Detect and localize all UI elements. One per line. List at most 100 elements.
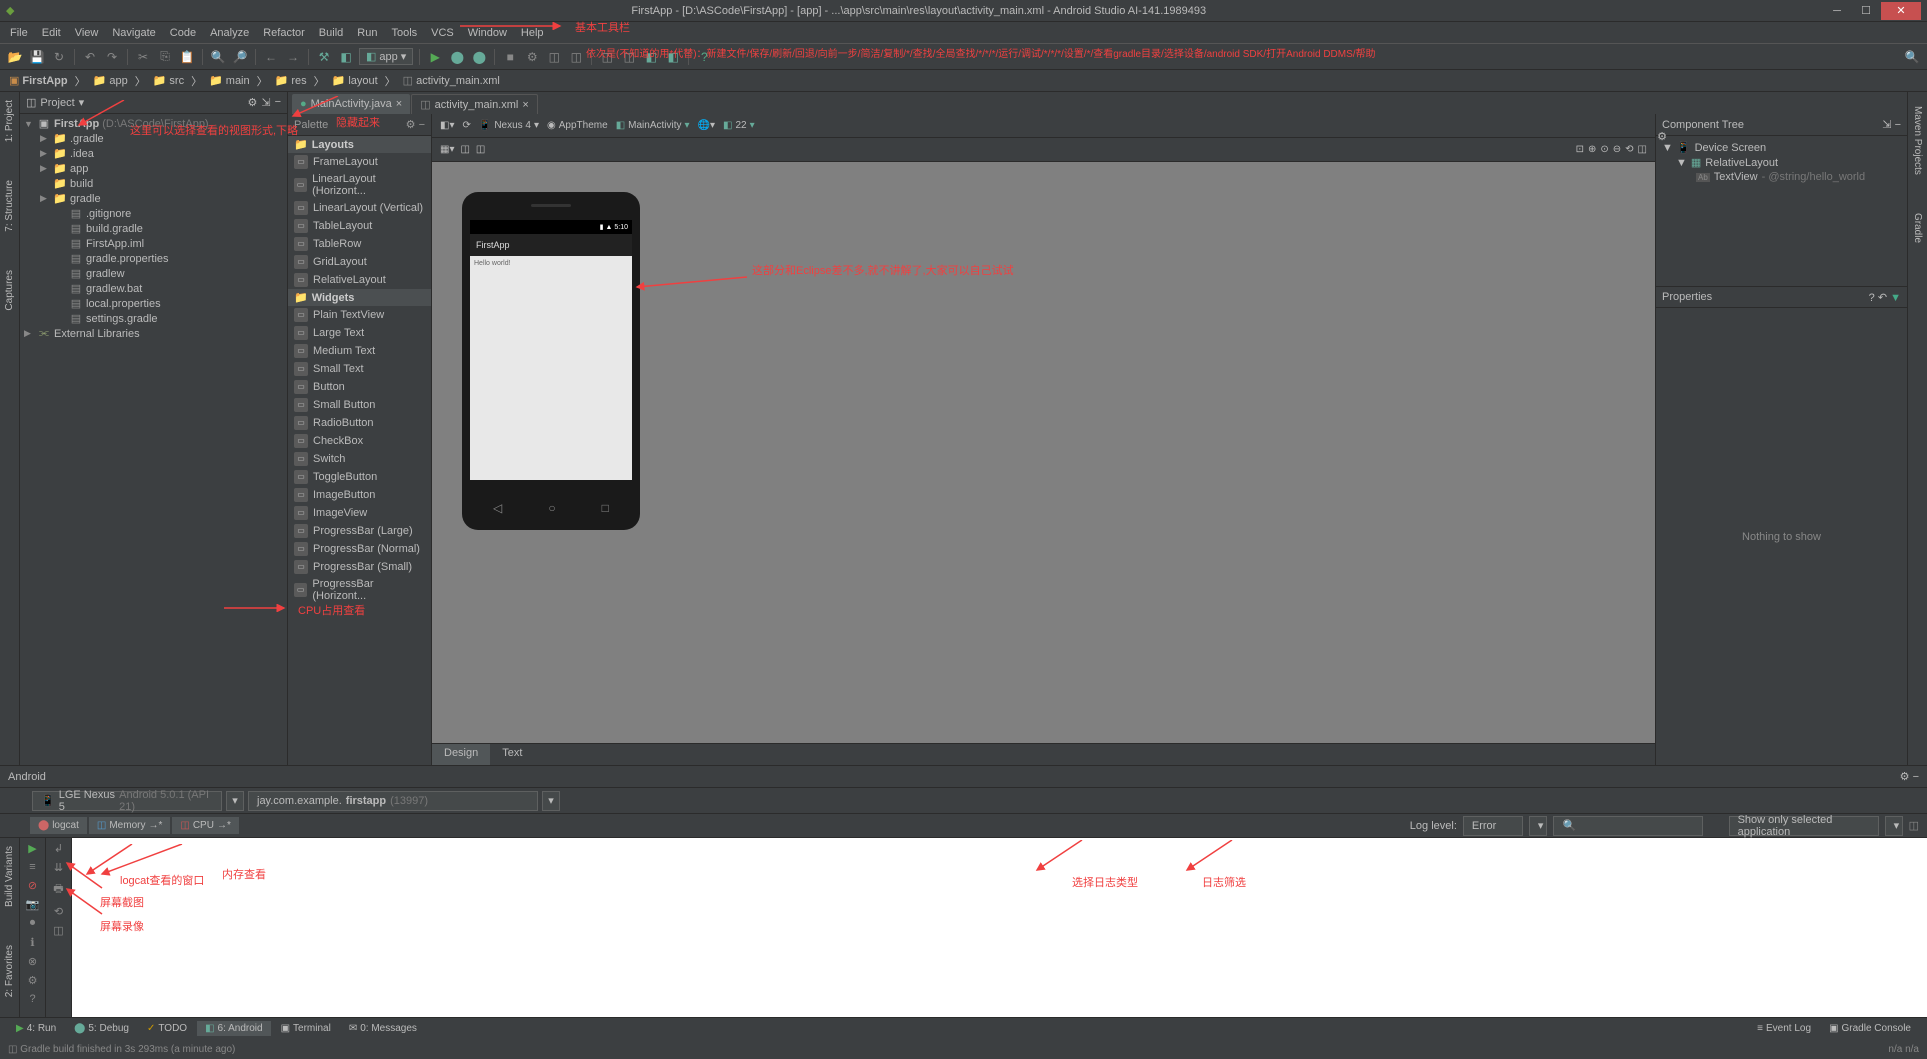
- avd-icon[interactable]: ◫: [620, 48, 638, 66]
- project-view-label[interactable]: Project: [40, 97, 74, 109]
- tab-logcat[interactable]: ⬤logcat: [30, 817, 87, 834]
- crumb-app[interactable]: 📁app: [90, 74, 131, 87]
- palette-item[interactable]: ▭ToggleButton: [288, 468, 431, 486]
- log-level-selector[interactable]: Error: [1463, 816, 1523, 836]
- tool-icon[interactable]: ◫: [567, 48, 585, 66]
- android-config-icon[interactable]: ◧: [337, 48, 355, 66]
- tree-item[interactable]: ▤gradle.properties: [20, 251, 287, 266]
- sidetab-structure[interactable]: 7: Structure: [3, 176, 16, 236]
- tree-item[interactable]: ▶📁.idea: [20, 146, 287, 161]
- tree-item[interactable]: ▤build.gradle: [20, 221, 287, 236]
- zoom-out-icon[interactable]: ⊖: [1613, 144, 1621, 155]
- panel-gear-icon[interactable]: ⚙: [1657, 130, 1667, 143]
- palette-item[interactable]: ▭ImageView: [288, 504, 431, 522]
- panel-gear-icon[interactable]: ⚙: [1900, 771, 1910, 783]
- menu-analyze[interactable]: Analyze: [204, 25, 255, 41]
- mode-icon[interactable]: ◫: [460, 144, 469, 155]
- make-icon[interactable]: ⚒: [315, 48, 333, 66]
- palette-item[interactable]: ▭Small Button: [288, 396, 431, 414]
- logcat-output[interactable]: 内存查看 logcat查看的窗口 屏幕截图 屏幕录像 选择日志类型 日志筛选: [72, 838, 1927, 1017]
- activity-selector[interactable]: ◧ MainActivity▾: [616, 120, 690, 131]
- zoom-fit-icon[interactable]: ⊡: [1576, 144, 1584, 155]
- tab-run[interactable]: ▶4: Run: [8, 1021, 64, 1036]
- palette-item[interactable]: ▭Medium Text: [288, 342, 431, 360]
- filter-dropdown[interactable]: ▾: [1885, 816, 1903, 836]
- palette-item[interactable]: ▭FrameLayout: [288, 153, 431, 171]
- tool-icon[interactable]: ◫: [53, 924, 63, 937]
- sidetab-maven[interactable]: Maven Projects: [1911, 102, 1924, 179]
- debug-icon[interactable]: ⬤: [448, 48, 466, 66]
- run-icon[interactable]: ▶: [426, 48, 444, 66]
- tab-cpu[interactable]: ◫CPU →*: [172, 817, 238, 834]
- palette-item[interactable]: ▭Plain TextView: [288, 306, 431, 324]
- run-config-selector[interactable]: ◧app ▾: [359, 48, 413, 65]
- menu-code[interactable]: Code: [164, 25, 202, 41]
- menu-view[interactable]: View: [69, 25, 105, 41]
- palette-item[interactable]: ▭Small Text: [288, 360, 431, 378]
- forward-icon[interactable]: →: [284, 48, 302, 66]
- help-icon[interactable]: ?: [695, 48, 713, 66]
- close-tab-icon[interactable]: ×: [522, 99, 528, 111]
- maximize-button[interactable]: ☐: [1852, 2, 1880, 20]
- panel-icon[interactable]: ⇲: [1882, 119, 1891, 131]
- log-level-dropdown[interactable]: ▾: [1529, 816, 1547, 836]
- refresh-icon[interactable]: ⟲: [1625, 144, 1633, 155]
- menu-run[interactable]: Run: [351, 25, 383, 41]
- tree-item[interactable]: ▤gradlew.bat: [20, 281, 287, 296]
- palette-item[interactable]: ▭Button: [288, 378, 431, 396]
- tab-gradle-console[interactable]: ▣ Gradle Console: [1821, 1021, 1919, 1036]
- tab-terminal[interactable]: ▣Terminal: [273, 1021, 339, 1036]
- tab-debug[interactable]: ⬤5: Debug: [66, 1021, 137, 1036]
- crumb-file[interactable]: ◫activity_main.xml: [400, 74, 503, 87]
- menu-navigate[interactable]: Navigate: [106, 25, 161, 41]
- terminate-icon[interactable]: ⊗: [28, 955, 37, 968]
- info-icon[interactable]: ℹ: [30, 936, 34, 949]
- filter-selector[interactable]: Show only selected application: [1729, 816, 1879, 836]
- redo-icon[interactable]: ↷: [103, 48, 121, 66]
- process-selector[interactable]: jay.com.example.firstapp (13997): [248, 791, 538, 811]
- panel-hide-icon[interactable]: −: [1913, 771, 1919, 783]
- sidetab-build-variants[interactable]: Build Variants: [3, 842, 16, 911]
- sdk-icon[interactable]: ◧: [642, 48, 660, 66]
- tree-item[interactable]: 📁build: [20, 176, 287, 191]
- clear-icon[interactable]: ≡: [29, 861, 35, 873]
- sidetab-project[interactable]: 1: Project: [3, 96, 16, 146]
- menu-file[interactable]: File: [4, 25, 34, 41]
- sidetab-captures[interactable]: Captures: [3, 266, 16, 315]
- crumb-res[interactable]: 📁res: [272, 74, 310, 87]
- sidetab-favorites[interactable]: 2: Favorites: [3, 941, 16, 1001]
- api-selector[interactable]: ◧22▾: [723, 120, 755, 131]
- process-dropdown[interactable]: ▾: [542, 791, 560, 811]
- theme-selector[interactable]: ◉AppTheme: [547, 120, 608, 131]
- tool-icon[interactable]: ⚙: [523, 48, 541, 66]
- tree-item[interactable]: ▶📁app: [20, 161, 287, 176]
- cut-icon[interactable]: ✂: [134, 48, 152, 66]
- tab-messages[interactable]: ✉0: Messages: [341, 1021, 425, 1036]
- status-icon[interactable]: ◫: [8, 1044, 17, 1055]
- crumb-main[interactable]: 📁main: [206, 74, 253, 87]
- settings-icon[interactable]: ⚙: [28, 974, 38, 987]
- palette-hide-icon[interactable]: −: [419, 119, 425, 131]
- palette-item[interactable]: ▭ProgressBar (Large): [288, 522, 431, 540]
- screenshot-icon[interactable]: 📷: [26, 898, 40, 911]
- panel-gear-icon[interactable]: ⚙: [247, 96, 257, 109]
- palette-item[interactable]: ▭TableLayout: [288, 217, 431, 235]
- extra-icon[interactable]: ◫: [1909, 819, 1919, 832]
- undo-icon[interactable]: ↶: [81, 48, 99, 66]
- stop-icon[interactable]: ⊘: [28, 879, 37, 892]
- gradle-sync-icon[interactable]: ◫: [598, 48, 616, 66]
- tab-activity-main[interactable]: ◫activity_main.xml×: [411, 94, 538, 114]
- stop-icon[interactable]: ■: [501, 48, 519, 66]
- palette-item[interactable]: ▭ProgressBar (Horizont...: [288, 576, 431, 604]
- menu-vcs[interactable]: VCS: [425, 25, 460, 41]
- menu-tools[interactable]: Tools: [385, 25, 423, 41]
- layout-preview[interactable]: ▮▲5:10 FirstApp Hello world! ◁○□ 这部分和Ecl…: [432, 162, 1655, 743]
- sidetab-gradle[interactable]: Gradle: [1911, 209, 1924, 247]
- menu-build[interactable]: Build: [313, 25, 349, 41]
- palette-item[interactable]: ▭ProgressBar (Small): [288, 558, 431, 576]
- settings-icon[interactable]: ◫: [1638, 144, 1647, 155]
- ddms-icon[interactable]: ◧: [664, 48, 682, 66]
- back-icon[interactable]: ←: [262, 48, 280, 66]
- close-tab-icon[interactable]: ×: [396, 98, 402, 110]
- tab-todo[interactable]: ✓TODO: [139, 1021, 195, 1036]
